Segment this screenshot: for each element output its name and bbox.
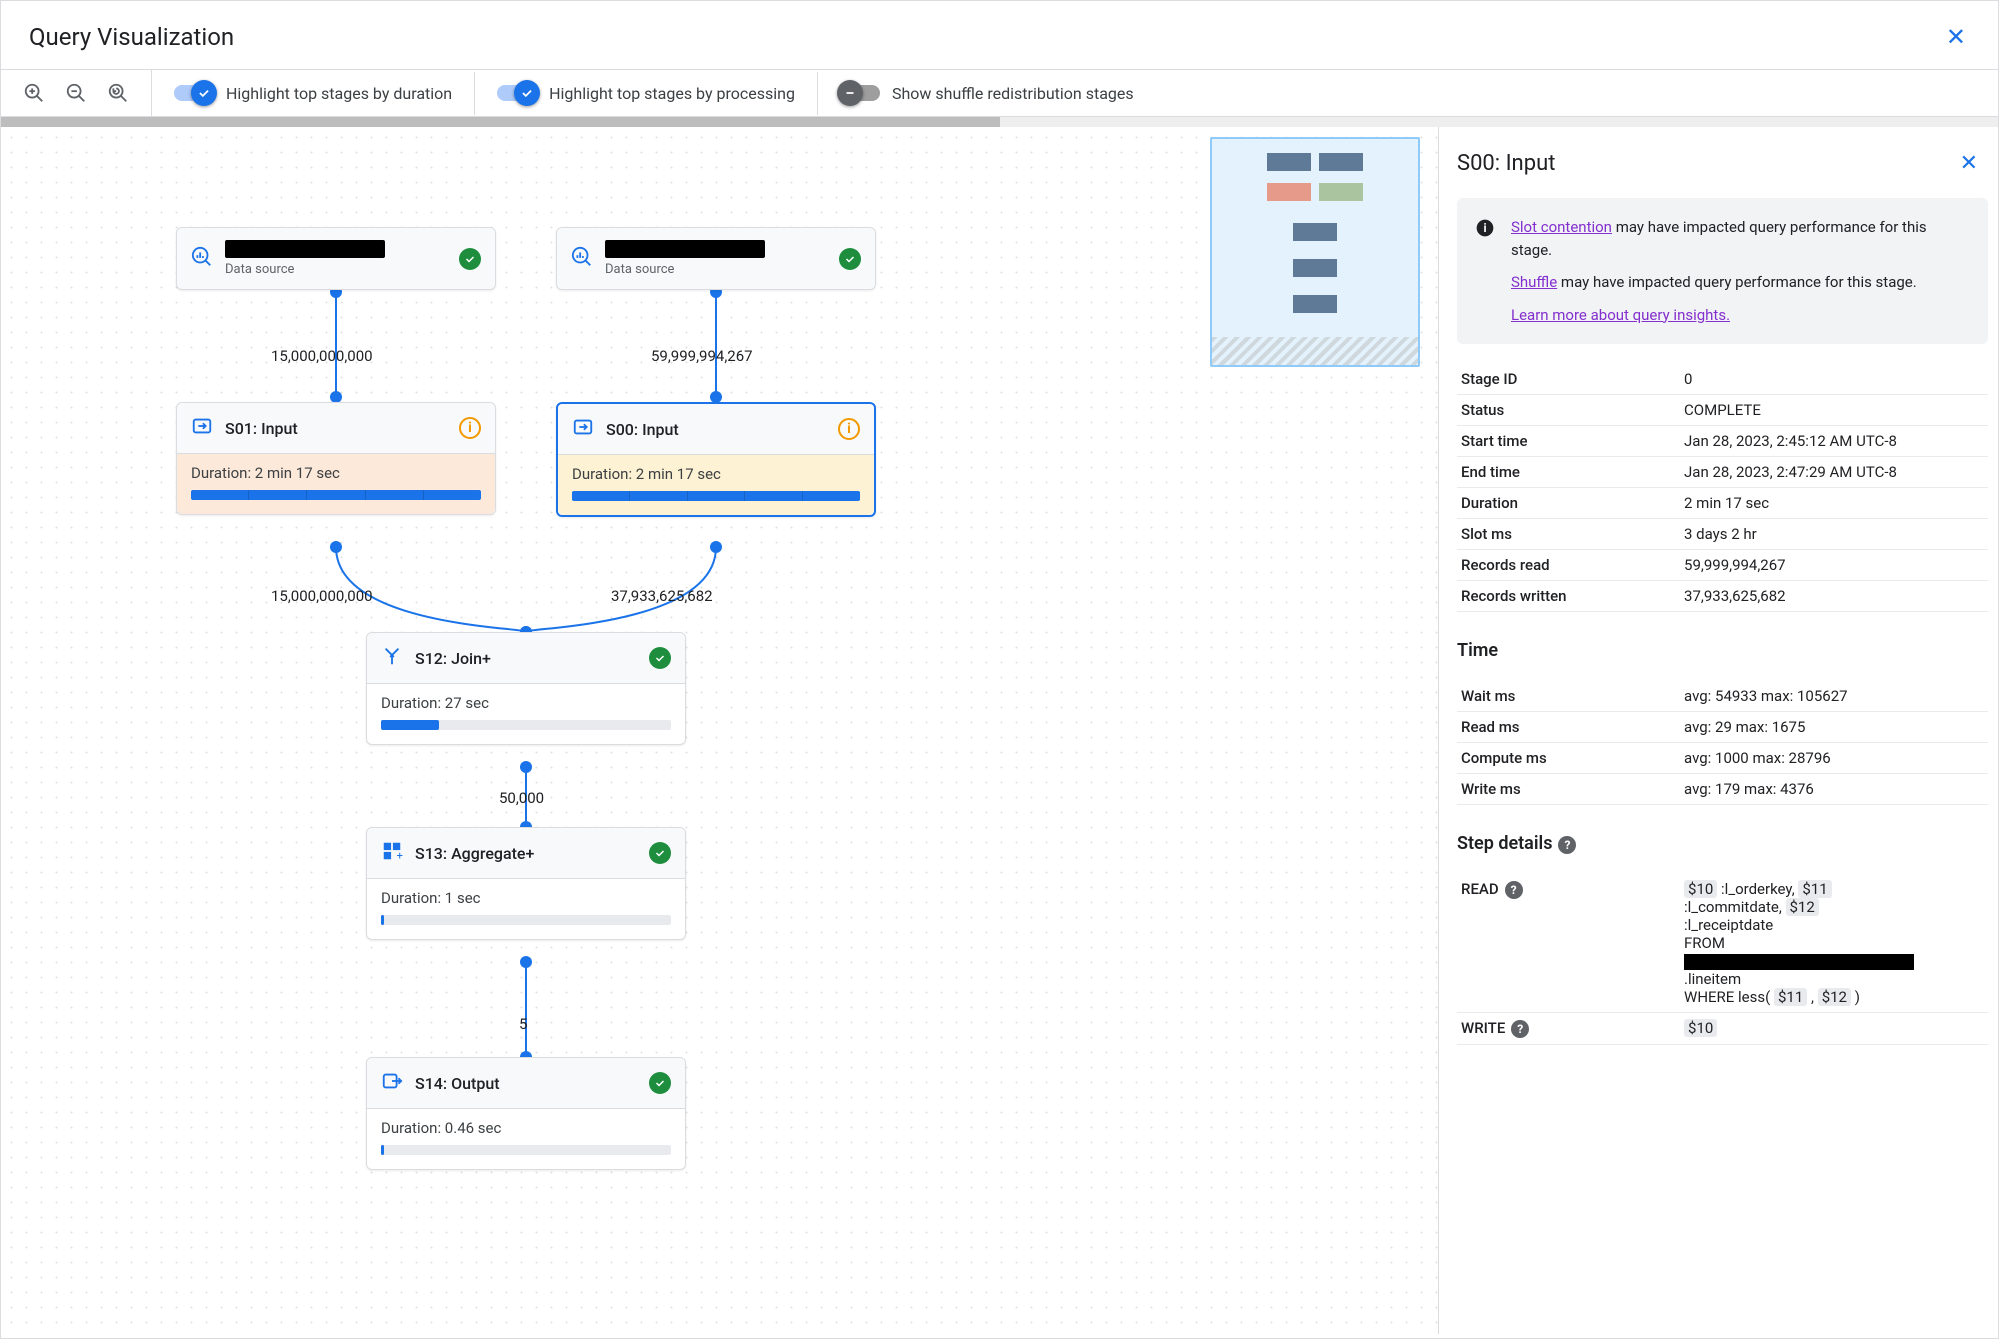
info-icon: i <box>1475 218 1495 245</box>
title-bar: Query Visualization ✕ <box>1 1 1998 70</box>
edge-label: 59,999,994,267 <box>651 347 753 365</box>
node-subtitle: Data source <box>225 262 447 277</box>
node-datasource[interactable]: Data source <box>176 227 496 290</box>
edge-label: 37,933,625,682 <box>611 587 713 605</box>
toggle-highlight-duration[interactable]: Highlight top stages by duration <box>152 72 475 115</box>
join-icon <box>381 645 403 671</box>
status-ok-icon <box>839 248 861 270</box>
node-duration-label: Duration: 2 min 17 sec <box>572 465 860 483</box>
slot-contention-link[interactable]: Slot contention <box>1511 218 1612 236</box>
node-datasource[interactable]: Data source <box>556 227 876 290</box>
insights-notice: i Slot contention may have impacted quer… <box>1457 198 1988 344</box>
aggregate-icon: + <box>381 840 403 866</box>
panel-title: S00: Input <box>1457 151 1555 176</box>
step-write-row: WRITE? <box>1457 1013 1680 1045</box>
node-stage-s13[interactable]: + S13: Aggregate+ Duration: 1 sec <box>366 827 686 940</box>
learn-more-link[interactable]: Learn more about query insights. <box>1511 306 1730 324</box>
status-warning-icon: i <box>838 418 860 440</box>
status-ok-icon <box>649 647 671 669</box>
node-duration-panel: Duration: 1 sec <box>367 879 685 939</box>
close-panel-icon[interactable]: ✕ <box>1956 147 1982 180</box>
step-details-table: READ? $10 :l_orderkey, $11 :l_commitdate… <box>1457 874 1988 1045</box>
stage-details-panel: S00: Input ✕ i Slot contention may have … <box>1438 127 1998 1334</box>
help-icon[interactable]: ? <box>1558 836 1576 854</box>
node-duration-panel: Duration: 2 min 17 sec <box>177 454 495 514</box>
toggle-label: Highlight top stages by processing <box>549 84 795 103</box>
graph-horizontal-scrollbar[interactable] <box>1 117 1998 127</box>
redacted-label <box>1684 954 1914 970</box>
svg-text:i: i <box>1483 221 1486 235</box>
toggle-label: Highlight top stages by duration <box>226 84 452 103</box>
toggle-show-shuffle[interactable]: Show shuffle redistribution stages <box>818 72 1156 115</box>
minimap[interactable] <box>1210 137 1420 367</box>
stage-summary-table: Stage ID0 StatusCOMPLETE Start timeJan 2… <box>1457 364 1988 612</box>
edge-label: 15,000,000,000 <box>271 347 373 365</box>
node-duration-panel: Duration: 2 min 17 sec <box>558 455 874 515</box>
status-warning-icon: i <box>459 417 481 439</box>
toggle-highlight-processing[interactable]: Highlight top stages by processing <box>475 72 818 115</box>
magnify-chart-icon <box>571 246 593 272</box>
edge-label: 5 <box>519 1015 527 1033</box>
stage-time-table: Wait msavg: 54933 max: 105627 Read msavg… <box>1457 681 1988 805</box>
zoom-group <box>1 70 152 116</box>
node-stage-s12[interactable]: S12: Join+ Duration: 27 sec <box>366 632 686 745</box>
redacted-label <box>225 240 385 258</box>
step-details-heading: Step details? <box>1457 833 1988 854</box>
edge-label: 15,000,000,000 <box>271 587 373 605</box>
magnify-chart-icon <box>191 246 213 272</box>
output-icon <box>381 1070 403 1096</box>
node-stage-s14[interactable]: S14: Output Duration: 0.46 sec <box>366 1057 686 1170</box>
node-duration-panel: Duration: 0.46 sec <box>367 1109 685 1169</box>
node-duration-label: Duration: 27 sec <box>381 694 671 712</box>
node-stage-s01[interactable]: S01: Input i Duration: 2 min 17 sec <box>176 402 496 515</box>
page-title: Query Visualization <box>29 23 234 51</box>
zoom-in-icon[interactable] <box>23 82 45 104</box>
graph-toolbar: Highlight top stages by duration Highlig… <box>1 70 1998 117</box>
execution-graph-canvas[interactable]: 15,000,000,000 59,999,994,267 15,000,000… <box>1 127 1438 1334</box>
time-section-heading: Time <box>1457 640 1988 661</box>
toggle-switch-icon <box>497 85 537 101</box>
toggle-switch-icon <box>840 85 880 101</box>
node-duration-panel: Duration: 27 sec <box>367 684 685 744</box>
query-visualization-window: Query Visualization ✕ Highlight top stag… <box>0 0 1999 1339</box>
node-title: S12: Join+ <box>415 649 637 668</box>
status-ok-icon <box>649 842 671 864</box>
help-icon[interactable]: ? <box>1505 881 1523 899</box>
node-title: S14: Output <box>415 1074 637 1093</box>
toggle-label: Show shuffle redistribution stages <box>892 84 1134 103</box>
node-duration-label: Duration: 1 sec <box>381 889 671 907</box>
zoom-reset-icon[interactable] <box>107 82 129 104</box>
zoom-out-icon[interactable] <box>65 82 87 104</box>
input-icon <box>191 415 213 441</box>
node-subtitle: Data source <box>605 262 827 277</box>
close-icon[interactable]: ✕ <box>1942 19 1970 55</box>
shuffle-link[interactable]: Shuffle <box>1511 273 1557 291</box>
node-duration-label: Duration: 0.46 sec <box>381 1119 671 1137</box>
node-title: S13: Aggregate+ <box>415 844 637 863</box>
input-icon <box>572 416 594 442</box>
step-read-row: READ? <box>1457 874 1680 1013</box>
help-icon[interactable]: ? <box>1511 1020 1529 1038</box>
node-stage-s00[interactable]: S00: Input i Duration: 2 min 17 sec <box>556 402 876 517</box>
edge-label: 50,000 <box>499 789 544 807</box>
redacted-label <box>605 240 765 258</box>
node-title: S00: Input <box>606 420 826 439</box>
status-ok-icon <box>459 248 481 270</box>
toggle-switch-icon <box>174 85 214 101</box>
node-title: S01: Input <box>225 419 447 438</box>
svg-text:+: + <box>397 849 403 862</box>
node-duration-label: Duration: 2 min 17 sec <box>191 464 481 482</box>
status-ok-icon <box>649 1072 671 1094</box>
